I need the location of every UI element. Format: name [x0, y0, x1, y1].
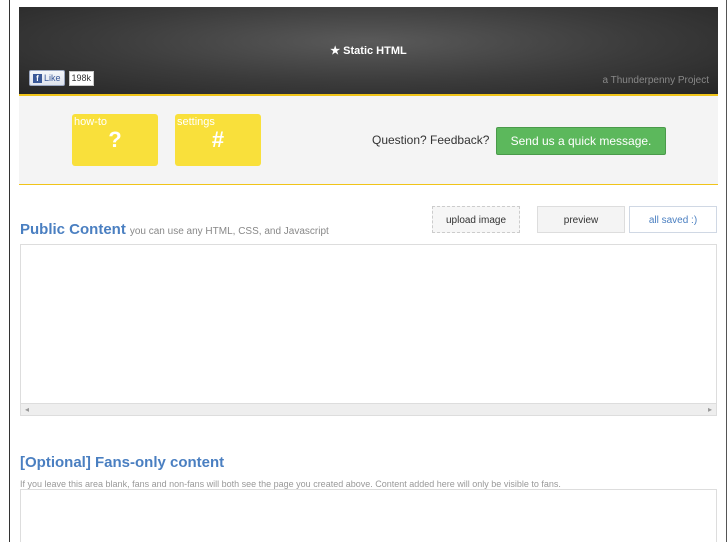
- public-content-editor[interactable]: [20, 244, 717, 404]
- facebook-like-label: Like: [44, 73, 61, 83]
- window-frame-left: [9, 0, 10, 542]
- facebook-icon: f: [33, 73, 42, 83]
- save-status-badge: all saved :): [629, 206, 717, 233]
- public-content-title: Public Content: [20, 221, 126, 238]
- hash-icon: #: [211, 127, 225, 152]
- toolbar: how-to ? settings # Question? Feedback? …: [19, 96, 718, 184]
- question-mark-icon: ?: [108, 127, 122, 152]
- scroll-right-icon[interactable]: ▸: [708, 405, 712, 414]
- facebook-like-button[interactable]: f Like: [29, 70, 65, 86]
- app-title: ★ Static HTML: [330, 45, 407, 57]
- preview-button[interactable]: preview: [537, 206, 625, 233]
- facebook-like-count: 198k: [68, 70, 95, 86]
- settings-tile[interactable]: settings #: [175, 114, 261, 166]
- feedback-prompt: Question? Feedback?: [372, 133, 490, 147]
- public-content-heading: Public Content you can use any HTML, CSS,…: [20, 221, 329, 238]
- public-content-hint: you can use any HTML, CSS, and Javascrip…: [129, 226, 329, 237]
- upload-image-button[interactable]: upload image: [432, 206, 520, 233]
- public-editor-horizontal-scrollbar[interactable]: ◂ ▸: [20, 403, 717, 416]
- fans-content-heading: [Optional] Fans-only content: [20, 454, 225, 471]
- project-credit: a Thunderpenny Project: [602, 75, 709, 86]
- fans-content-editor[interactable]: [20, 489, 717, 542]
- scroll-left-icon[interactable]: ◂: [25, 405, 29, 414]
- fans-content-description: If you leave this area blank, fans and n…: [20, 479, 561, 489]
- facebook-like-widget[interactable]: f Like 198k: [29, 70, 95, 86]
- howto-tile[interactable]: how-to ?: [72, 114, 158, 166]
- toolbar-divider: [19, 184, 718, 185]
- send-message-button[interactable]: Send us a quick message.: [496, 127, 666, 155]
- app-header: ★ Static HTML f Like 198k a Thunderpenny…: [19, 7, 718, 94]
